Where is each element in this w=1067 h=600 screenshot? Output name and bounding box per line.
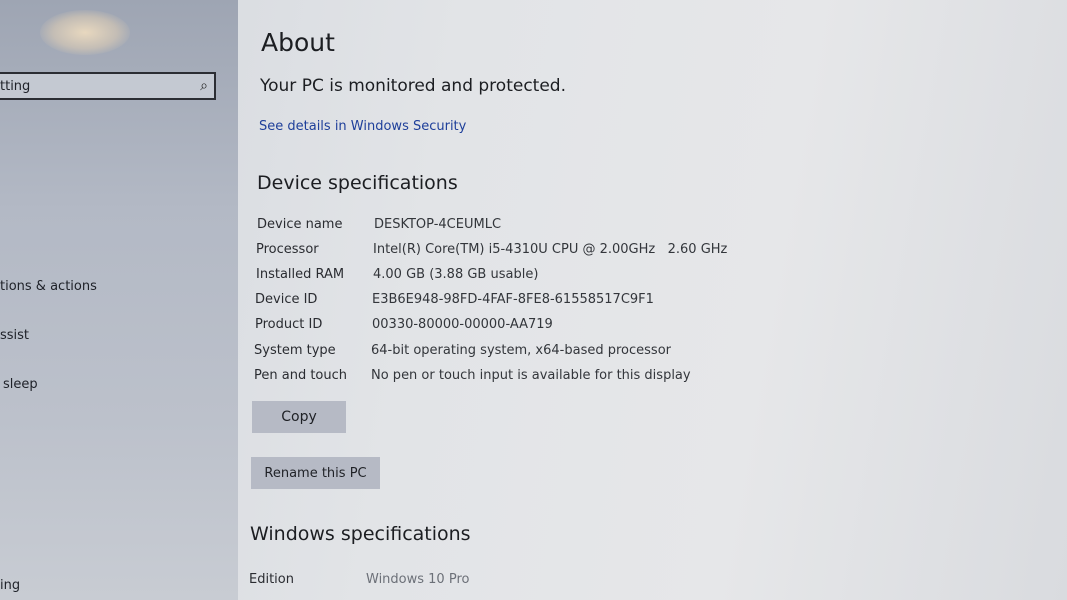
spec-label: Product ID: [255, 317, 323, 332]
spec-label: Device name: [257, 217, 343, 232]
spec-value: Windows 10 Pro: [366, 572, 470, 587]
about-page: About Your PC is monitored and protected…: [238, 0, 1067, 600]
spec-label: System type: [254, 343, 336, 358]
sidebar-item-notifications[interactable]: tions & actions: [0, 279, 97, 294]
page-title: About: [261, 28, 335, 57]
spec-value: 4.00 GB (3.88 GB usable): [373, 267, 539, 282]
device-specs-heading: Device specifications: [257, 172, 458, 194]
spec-label: Installed RAM: [256, 267, 345, 282]
sidebar-item-power-sleep[interactable]: sleep: [3, 377, 38, 392]
spec-value: 00330-80000-00000-AA719: [372, 317, 553, 332]
spec-value: DESKTOP-4CEUMLC: [374, 217, 502, 232]
spec-label: Pen and touch: [254, 368, 348, 383]
sidebar: tting ⌕ tions & actions ssist sleep ing: [0, 0, 238, 600]
search-input[interactable]: tting ⌕: [0, 72, 216, 100]
search-icon[interactable]: ⌕: [200, 78, 208, 94]
spec-value: E3B6E948-98FD-4FAF-8FE8-61558517C9F1: [372, 292, 654, 307]
spec-label: Processor: [256, 242, 319, 257]
sidebar-item-focus-assist[interactable]: ssist: [0, 328, 29, 343]
windows-specs-heading: Windows specifications: [250, 523, 471, 545]
copy-button[interactable]: Copy: [252, 401, 346, 433]
spec-label: Edition: [249, 572, 294, 587]
spec-value: 64-bit operating system, x64-based proce…: [371, 343, 671, 358]
spec-value: No pen or touch input is available for t…: [371, 368, 691, 383]
protection-status: Your PC is monitored and protected.: [260, 76, 566, 96]
search-value: tting: [0, 79, 31, 94]
windows-security-link[interactable]: See details in Windows Security: [259, 119, 466, 134]
sidebar-item-partial[interactable]: ing: [0, 578, 20, 593]
spec-value: Intel(R) Core(TM) i5-4310U CPU @ 2.00GHz…: [373, 242, 728, 257]
spec-label: Device ID: [255, 292, 318, 307]
screen-glare: [40, 10, 130, 55]
rename-pc-button[interactable]: Rename this PC: [251, 457, 380, 489]
